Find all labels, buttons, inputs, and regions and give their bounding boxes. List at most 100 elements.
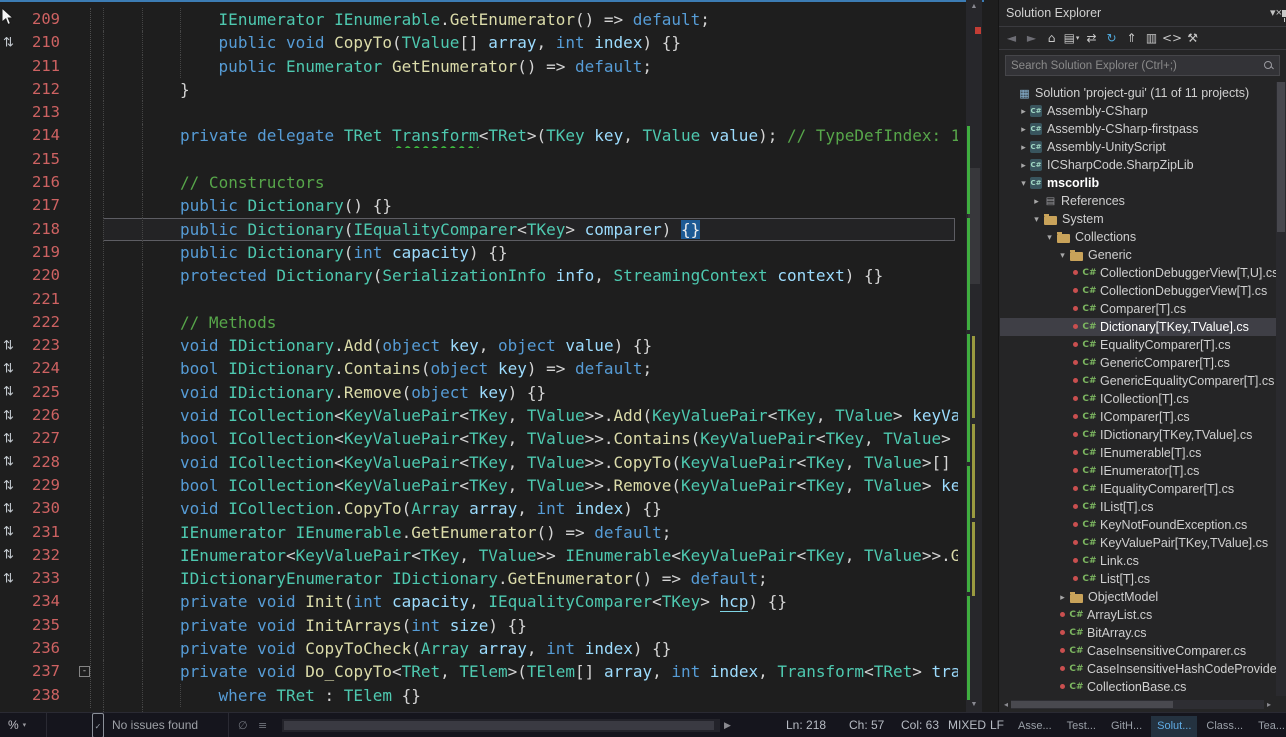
zoom-control[interactable]: % ▾ <box>8 713 26 737</box>
tree-item-collectiondebuggerview-t-cs[interactable]: C#CollectionDebuggerView[T].cs <box>1000 282 1276 300</box>
tree-item-equalitycomparer-t-cs[interactable]: C#EqualityComparer[T].cs <box>1000 336 1276 354</box>
chevron-expanded-icon[interactable]: ▾ <box>1043 232 1056 243</box>
document-health-icon[interactable]: ✓ <box>92 713 104 737</box>
tree-item-assembly-csharp[interactable]: ▸C#Assembly-CSharp <box>1000 102 1276 120</box>
tree-item-mscorlib[interactable]: ▾C#mscorlib <box>1000 174 1276 192</box>
tree-item-icollection-t-cs[interactable]: C#ICollection[T].cs <box>1000 390 1276 408</box>
editor-vertical-scrollbar[interactable]: ▲ ▼ <box>966 0 982 712</box>
close-button[interactable]: × <box>1276 7 1282 19</box>
tree-item-icsharpcode-sharpziplib[interactable]: ▸C#ICSharpCode.SharpZipLib <box>1000 156 1276 174</box>
tree-item-genericcomparer-t-cs[interactable]: C#GenericComparer[T].cs <box>1000 354 1276 372</box>
code-line-236[interactable]: 236private void CopyToCheck(Array array,… <box>0 637 958 660</box>
tree-item-genericequalitycomparer-t-cs[interactable]: C#GenericEqualityComparer[T].cs <box>1000 372 1276 390</box>
code-line-239[interactable]: 239private static KeyValuePair<TKey, TVa… <box>0 707 958 712</box>
reference-marker-icon[interactable]: ⇅ <box>3 525 14 540</box>
reference-marker-icon[interactable]: ⇅ <box>3 548 14 563</box>
code-line-226[interactable]: ⇅226void ICollection<KeyValuePair<TKey, … <box>0 404 958 427</box>
solution-explorer-horizontal-scrollbar[interactable]: ◂ ▸ <box>1001 699 1274 710</box>
tree-item-link-cs[interactable]: C#Link.cs <box>1000 552 1276 570</box>
tab-assembly-explorer[interactable]: Asse... <box>1012 716 1058 737</box>
code-line-234[interactable]: 234private void Init(int capacity, IEqua… <box>0 590 958 613</box>
status-misc-icon-1[interactable]: ∅ <box>238 713 248 737</box>
fold-collapse-toggle[interactable]: - <box>79 666 90 677</box>
tree-item-assembly-csharp-firstpass[interactable]: ▸C#Assembly-CSharp-firstpass <box>1000 120 1276 138</box>
code-line-224[interactable]: ⇅224bool IDictionary.Contains(object key… <box>0 357 958 380</box>
code-line-222[interactable]: 222// Methods <box>0 311 958 334</box>
reference-marker-icon[interactable]: ⇅ <box>3 408 14 423</box>
tree-item-collections[interactable]: ▾Collections <box>1000 228 1276 246</box>
tree-item-generic[interactable]: ▾Generic <box>1000 246 1276 264</box>
chevron-collapsed-icon[interactable]: ▸ <box>1017 124 1030 135</box>
line-ending-indicator[interactable]: LF <box>990 713 1004 737</box>
scrollbar-down-arrow-icon[interactable]: ▼ <box>966 701 982 708</box>
reference-marker-icon[interactable]: ⇅ <box>3 362 14 377</box>
solution-explorer-vertical-scrollbar[interactable] <box>1276 82 1286 696</box>
hscroll-right-arrow-icon[interactable]: ▶ <box>724 713 731 737</box>
reference-marker-icon[interactable]: ⇅ <box>3 431 14 446</box>
code-line-230[interactable]: ⇅230void ICollection.CopyTo(Array array,… <box>0 497 958 520</box>
scrollbar-thumb[interactable] <box>1011 701 1173 708</box>
code-line-212[interactable]: 212} <box>0 78 958 101</box>
code-line-229[interactable]: ⇅229bool ICollection<KeyValuePair<TKey, … <box>0 474 958 497</box>
tab-github[interactable]: GitH... <box>1105 716 1148 737</box>
code-line-217[interactable]: 217public Dictionary() {} <box>0 194 958 217</box>
tree-item-ilist-t-cs[interactable]: C#IList[T].cs <box>1000 498 1276 516</box>
issues-status[interactable]: No issues found <box>112 713 198 737</box>
reference-marker-icon[interactable]: ⇅ <box>3 478 14 493</box>
tree-item-list-t-cs[interactable]: C#List[T].cs <box>1000 570 1276 588</box>
tree-item-caseinsensitivehashcodeprovider-cs[interactable]: C#CaseInsensitiveHashCodeProvider.cs <box>1000 660 1276 678</box>
tab-team-explorer[interactable]: Tea... <box>1252 716 1286 737</box>
tree-item-keynotfoundexception-cs[interactable]: C#KeyNotFoundException.cs <box>1000 516 1276 534</box>
search-input[interactable]: Search Solution Explorer (Ctrl+;) <box>1005 55 1280 76</box>
scrollbar-thumb[interactable] <box>1277 82 1285 232</box>
code-line-219[interactable]: 219public Dictionary(int capacity) {} <box>0 241 958 264</box>
code-line-227[interactable]: ⇅227bool ICollection<KeyValuePair<TKey, … <box>0 427 958 450</box>
code-line-231[interactable]: ⇅231IEnumerator IEnumerable.GetEnumerato… <box>0 521 958 544</box>
tree-item-assembly-unityscript[interactable]: ▸C#Assembly-UnityScript <box>1000 138 1276 156</box>
chevron-expanded-icon[interactable]: ▾ <box>1056 250 1069 261</box>
switch-views-button[interactable]: ▤▾ <box>1062 29 1081 47</box>
line-indicator[interactable]: Ln: 218 <box>786 713 826 737</box>
tab-test-explorer[interactable]: Test... <box>1061 716 1102 737</box>
tree-item-solution-project-gui-11-of-11-projects[interactable]: ▦Solution 'project-gui' (11 of 11 projec… <box>1000 84 1276 102</box>
back-button[interactable]: ◄ <box>1002 29 1021 47</box>
status-misc-icon-2[interactable]: ≡ <box>258 713 267 737</box>
char-indicator[interactable]: Ch: 57 <box>849 713 884 737</box>
chevron-expanded-icon[interactable]: ▾ <box>1017 178 1030 189</box>
code-line-213[interactable]: 213 <box>0 101 958 124</box>
chevron-collapsed-icon[interactable]: ▸ <box>1030 196 1043 207</box>
sync-with-active-document-button[interactable]: ⇄ <box>1082 29 1101 47</box>
chevron-collapsed-icon[interactable]: ▸ <box>1017 106 1030 117</box>
tree-item-references[interactable]: ▸▤References <box>1000 192 1276 210</box>
code-line-238[interactable]: 238where TRet : TElem {} <box>0 684 958 707</box>
code-line-210[interactable]: ⇅210public void CopyTo(TValue[] array, i… <box>0 31 958 54</box>
chevron-collapsed-icon[interactable]: ▸ <box>1056 592 1069 603</box>
code-line-215[interactable]: 215 <box>0 148 958 171</box>
tree-item-iequalitycomparer-t-cs[interactable]: C#IEqualityComparer[T].cs <box>1000 480 1276 498</box>
tree-item-bitarray-cs[interactable]: C#BitArray.cs <box>1000 624 1276 642</box>
code-line-228[interactable]: ⇅228void ICollection<KeyValuePair<TKey, … <box>0 451 958 474</box>
reference-marker-icon[interactable]: ⇅ <box>3 501 14 516</box>
scrollbar-track[interactable] <box>1011 700 1264 709</box>
indent-mode-indicator[interactable]: MIXED <box>948 713 986 737</box>
collapse-all-button[interactable]: ⇑ <box>1122 29 1141 47</box>
show-all-files-button[interactable]: ▥ <box>1142 29 1161 47</box>
column-indicator[interactable]: Col: 63 <box>901 713 939 737</box>
tree-item-keyvaluepair-tkey-tvalue-cs[interactable]: C#KeyValuePair[TKey,TValue].cs <box>1000 534 1276 552</box>
chevron-collapsed-icon[interactable]: ▸ <box>1017 160 1030 171</box>
chevron-collapsed-icon[interactable]: ▸ <box>1017 142 1030 153</box>
code-editor[interactable]: 209IEnumerator IEnumerable.GetEnumerator… <box>0 0 998 712</box>
scrollbar-thumb[interactable] <box>284 721 714 730</box>
properties-button[interactable]: ⚒ <box>1183 29 1202 47</box>
code-line-232[interactable]: ⇅232IEnumerator<KeyValuePair<TKey, TValu… <box>0 544 958 567</box>
code-line-221[interactable]: 221 <box>0 288 958 311</box>
code-line-223[interactable]: ⇅223void IDictionary.Add(object key, obj… <box>0 334 958 357</box>
tree-item-arraylist-cs[interactable]: C#ArrayList.cs <box>1000 606 1276 624</box>
code-line-235[interactable]: 235private void InitArrays(int size) {} <box>0 614 958 637</box>
editor-horizontal-scrollbar[interactable] <box>282 719 720 732</box>
tree-item-ienumerator-t-cs[interactable]: C#IEnumerator[T].cs <box>1000 462 1276 480</box>
window-position-menu-button[interactable]: ▾ <box>1270 7 1276 19</box>
code-line-218[interactable]: 218public Dictionary(IEqualityComparer<T… <box>0 218 958 241</box>
tree-item-caseinsensitivecomparer-cs[interactable]: C#CaseInsensitiveComparer.cs <box>1000 642 1276 660</box>
tree-item-objectmodel[interactable]: ▸ObjectModel <box>1000 588 1276 606</box>
